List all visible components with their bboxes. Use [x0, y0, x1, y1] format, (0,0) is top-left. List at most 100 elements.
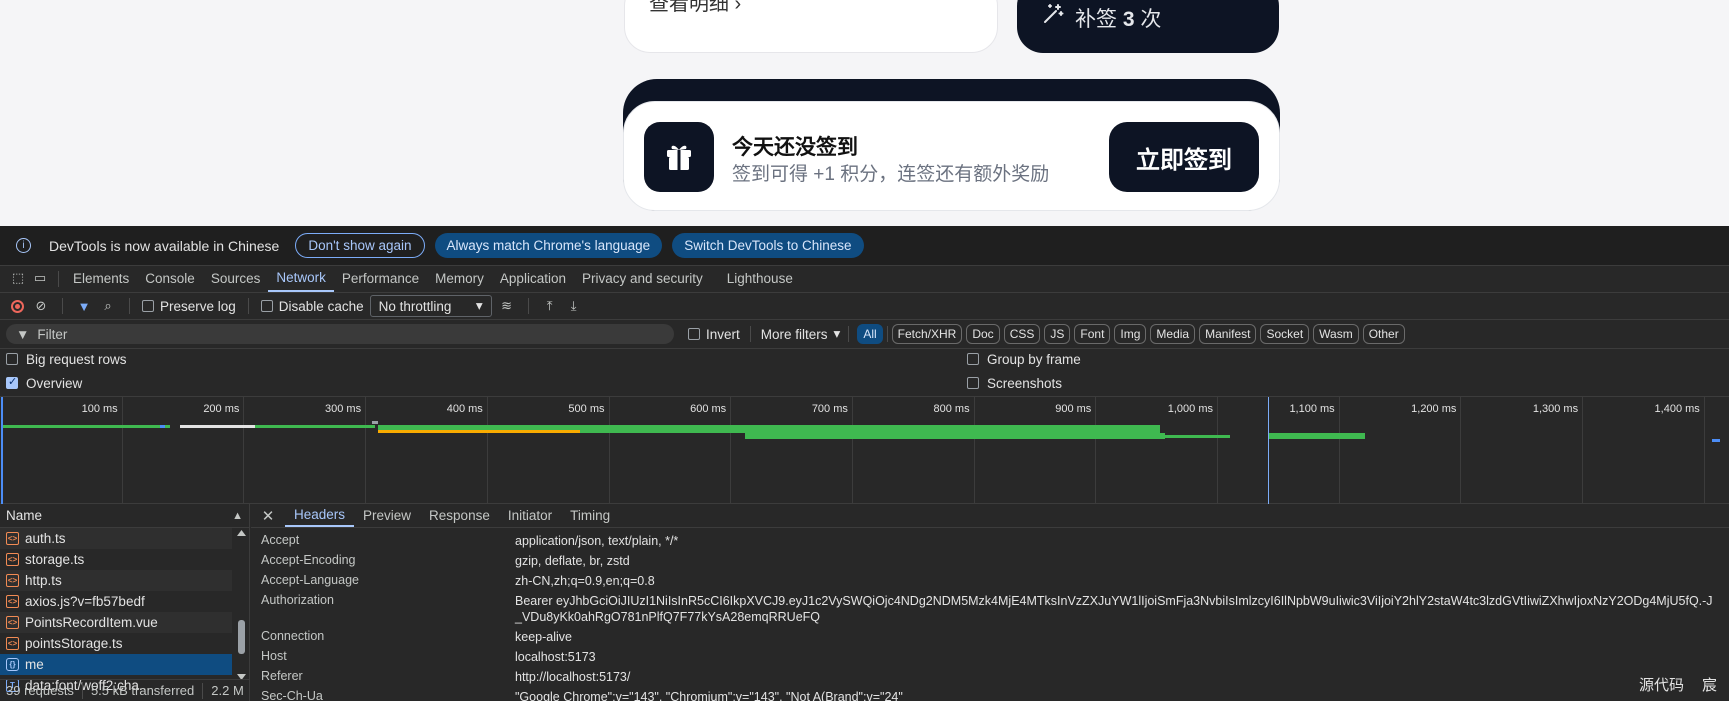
export-har-icon[interactable]: ⤓ [565, 297, 583, 315]
timeline-bar [180, 425, 255, 428]
device-toolbar-icon[interactable]: ▭ [32, 270, 48, 286]
script-file-icon: <> [6, 595, 19, 608]
overview-checkbox[interactable]: Overview [6, 371, 82, 395]
header-row: Authorization Bearer eyJhbGciOiJIUzI1NiIs… [251, 591, 1729, 625]
header-value[interactable]: application/json, text/plain, */* [515, 531, 1715, 549]
tab-initiator[interactable]: Initiator [499, 503, 561, 527]
request-row[interactable]: <> http.ts [0, 570, 232, 591]
inspect-element-icon[interactable]: ⬚ [10, 270, 26, 286]
script-file-icon: <> [6, 553, 19, 566]
header-row: Connection keep-alive [251, 627, 1729, 645]
tab-preview[interactable]: Preview [354, 503, 420, 527]
script-file-icon: <> [6, 532, 19, 545]
always-match-language-button[interactable]: Always match Chrome's language [434, 233, 663, 258]
filter-chip-socket[interactable]: Socket [1260, 324, 1310, 344]
divider [62, 298, 63, 314]
source-code-label: 源代码 [1638, 677, 1684, 694]
filter-chip-fetch-xhr[interactable]: Fetch/XHR [891, 324, 963, 344]
timeline-bar [255, 425, 375, 428]
magic-wand-icon [1044, 4, 1064, 23]
timeline-tick-label: 100 ms [81, 403, 118, 415]
request-row[interactable]: <> pointsStorage.ts [0, 633, 232, 654]
clear-icon[interactable]: ⊘ [32, 297, 50, 315]
header-value[interactable]: http://localhost:5173/ [515, 667, 1715, 685]
header-value[interactable]: localhost:5173 [515, 647, 1715, 665]
network-overview-timeline[interactable]: 100 ms 200 ms 300 ms 400 ms 500 ms 600 ms 700 … [0, 396, 1729, 505]
big-request-rows-checkbox[interactable]: Big request rows [6, 347, 127, 371]
tab-timing[interactable]: Timing [561, 503, 619, 527]
import-har-icon[interactable]: ⤒ [541, 297, 559, 315]
tab-lighthouse[interactable]: Lighthouse [719, 265, 801, 292]
details-card[interactable]: 查看明细 › [624, 0, 998, 53]
requests-header[interactable]: Name ▲ [0, 504, 249, 528]
tab-console[interactable]: Console [137, 265, 203, 292]
header-name: Accept-Encoding [261, 553, 356, 567]
filter-chip-doc[interactable]: Doc [966, 324, 1000, 344]
makeup-checkin-card[interactable]: 补签 3 次 [1017, 0, 1279, 53]
tab-headers[interactable]: Headers [285, 503, 355, 527]
filter-icon[interactable]: ▼ [75, 297, 93, 315]
header-row: Host localhost:5173 [251, 647, 1729, 665]
request-name: axios.js?v=fb57bedf [25, 594, 145, 609]
request-row[interactable]: <> axios.js?v=fb57bedf [0, 591, 232, 612]
timeline-gridline [486, 397, 488, 505]
request-row[interactable]: <> PointsRecordItem.vue [0, 612, 232, 633]
more-filters-dropdown[interactable]: More filters ▾ [761, 326, 841, 342]
infobar-message: DevTools is now available in Chinese [49, 237, 280, 254]
filter-chip-all[interactable]: All [857, 324, 883, 344]
name-column-header[interactable]: Name [6, 508, 42, 523]
scrollbar[interactable] [237, 530, 246, 680]
tab-sources[interactable]: Sources [203, 265, 269, 292]
divider [58, 271, 59, 287]
request-row[interactable]: {} me [0, 654, 232, 675]
tab-application[interactable]: Application [492, 265, 574, 292]
request-count: 39 requests [6, 683, 74, 698]
details-link[interactable]: 查看明细 › [649, 0, 741, 16]
filter-chip-css[interactable]: CSS [1003, 324, 1041, 344]
header-value[interactable]: Bearer eyJhbGciOiJIUzI1NiIsInR5cCI6IkpXV… [515, 591, 1715, 625]
tab-network[interactable]: Network [268, 265, 334, 292]
details-tabbar: ✕ Headers Preview Response Initiator Tim… [251, 504, 1729, 528]
dont-show-again-button[interactable]: Don't show again [295, 233, 425, 258]
disable-cache-checkbox[interactable]: Disable cache [260, 299, 364, 314]
filter-chip-js[interactable]: JS [1044, 324, 1071, 344]
timeline-bar [1712, 439, 1720, 442]
network-conditions-icon[interactable]: ≋ [498, 297, 516, 315]
record-icon[interactable] [8, 297, 26, 315]
filter-chip-wasm[interactable]: Wasm [1313, 324, 1359, 344]
tab-response[interactable]: Response [420, 503, 499, 527]
filter-chip-manifest[interactable]: Manifest [1199, 324, 1257, 344]
filter-icon: ▼ [16, 326, 30, 342]
tab-privacy-security[interactable]: Privacy and security [574, 265, 711, 292]
screenshots-checkbox[interactable]: Screenshots [967, 371, 1062, 395]
throttling-select[interactable]: No throttling ▾ [369, 295, 492, 317]
filter-chip-media[interactable]: Media [1150, 324, 1196, 344]
preserve-log-checkbox[interactable]: Preserve log [142, 299, 236, 314]
header-value[interactable]: zh-CN,zh;q=0.9,en;q=0.8 [515, 571, 1715, 589]
checkin-now-button[interactable]: 立即签到 [1109, 122, 1259, 192]
request-row[interactable]: <> storage.ts [0, 549, 232, 570]
corner-char: 宸 [1701, 677, 1717, 694]
sort-up-icon: ▲ [232, 509, 243, 522]
group-by-frame-checkbox[interactable]: Group by frame [967, 347, 1081, 371]
filter-chip-font[interactable]: Font [1074, 324, 1111, 344]
invert-checkbox[interactable]: Invert [688, 327, 740, 342]
tab-elements[interactable]: Elements [65, 265, 137, 292]
switch-to-chinese-button[interactable]: Switch DevTools to Chinese [672, 233, 864, 258]
tab-performance[interactable]: Performance [334, 265, 427, 292]
search-icon[interactable]: ⌕ [99, 297, 117, 315]
checkin-title: 今天还没签到 [732, 136, 858, 159]
header-value[interactable]: "Google Chrome";v="143", "Chromium";v="1… [515, 687, 1715, 701]
header-value[interactable]: keep-alive [515, 627, 1715, 645]
tab-memory[interactable]: Memory [427, 265, 492, 292]
header-value[interactable]: gzip, deflate, br, zstd [515, 551, 1715, 569]
request-row[interactable]: <> auth.ts [0, 528, 232, 549]
filter-chip-img[interactable]: Img [1114, 324, 1147, 344]
filter-input[interactable]: ▼ Filter [6, 324, 674, 344]
divider [81, 682, 83, 699]
timeline-bar [160, 425, 165, 428]
header-name: Referer [261, 669, 303, 683]
filter-chip-other[interactable]: Other [1362, 324, 1405, 344]
timeline-gridline [1582, 397, 1584, 505]
close-icon[interactable]: ✕ [259, 505, 277, 527]
